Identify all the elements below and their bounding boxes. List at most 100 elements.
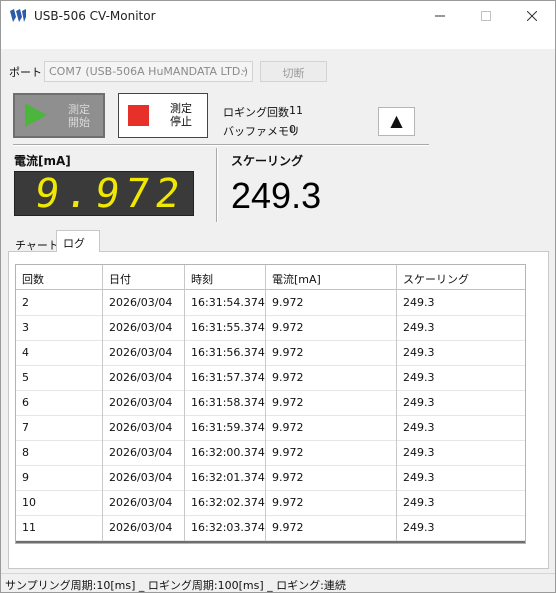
tab-log[interactable]: ログ (56, 230, 100, 252)
start-label-line1: 測定 (68, 103, 90, 116)
table-cell[interactable]: 9.972 (266, 315, 304, 340)
scaling-value: 249.3 (231, 175, 322, 216)
title-bar[interactable]: USB-506 CV-Monitor (1, 1, 555, 31)
scaling-label: スケーリング (231, 154, 304, 168)
minimize-button[interactable] (417, 1, 463, 31)
table-cell[interactable]: 7 (16, 415, 29, 440)
table-cell[interactable]: 2 (16, 290, 29, 315)
close-button[interactable] (509, 1, 555, 31)
table-cell[interactable]: 9.972 (266, 365, 304, 390)
port-select[interactable]: COM7 (USB-506A HuMANDATA LTD.) ⌄ (44, 61, 253, 82)
table-cell[interactable]: 16:31:58.374 (185, 390, 265, 415)
table-cell[interactable]: 249.3 (397, 415, 435, 440)
table-cell[interactable]: 249.3 (397, 340, 435, 365)
table-cell[interactable]: 16:31:54.374 (185, 290, 265, 315)
start-button-label: 測定 開始 (59, 103, 99, 129)
up-button[interactable]: ▲ (378, 107, 415, 136)
current-label: 電流[mA] (14, 154, 71, 168)
stop-icon (128, 105, 149, 126)
table-cell[interactable]: 9.972 (266, 340, 304, 365)
column-divider (184, 265, 185, 543)
chevron-down-icon: ⌄ (239, 64, 248, 75)
port-label: ポート (9, 66, 42, 79)
table-cell[interactable]: 2026/03/04 (103, 515, 172, 540)
log-table[interactable]: 回数 日付 時刻 電流[mA] スケーリング 2 2026/03/04 16:31:54.37… (15, 264, 526, 544)
table-cell[interactable]: 8 (16, 440, 29, 465)
table-cell[interactable]: 2026/03/04 (103, 415, 172, 440)
table-cell[interactable]: 4 (16, 340, 29, 365)
close-icon (527, 11, 537, 21)
logging-count-value: 11 (289, 104, 303, 117)
table-cell[interactable]: 11 (16, 515, 36, 540)
table-cell[interactable]: 2026/03/04 (103, 490, 172, 515)
table-cell[interactable]: 9.972 (266, 390, 304, 415)
column-header[interactable]: 電流[mA] (266, 265, 321, 290)
table-cell[interactable]: 249.3 (397, 440, 435, 465)
table-cell[interactable]: 9.972 (266, 515, 304, 540)
column-divider (265, 265, 266, 543)
table-cell[interactable]: 249.3 (397, 465, 435, 490)
current-lcd-display: 9.972 (14, 171, 194, 217)
logging-count-label: ロギング回数 (223, 106, 289, 119)
table-cell[interactable]: 16:32:02.374 (185, 490, 265, 515)
table-cell[interactable]: 249.3 (397, 365, 435, 390)
start-measurement-button[interactable]: 測定 開始 (13, 93, 105, 138)
table-cell[interactable]: 16:31:56.374 (185, 340, 265, 365)
table-cell[interactable]: 249.3 (397, 390, 435, 415)
up-arrow-icon: ▲ (390, 111, 403, 130)
app-window: USB-506 CV-Monitor ポート COM7 (USB-506A Hu… (0, 0, 556, 593)
table-cell[interactable]: 2026/03/04 (103, 365, 172, 390)
table-cell[interactable]: 249.3 (397, 490, 435, 515)
table-cell[interactable]: 249.3 (397, 515, 435, 540)
column-header[interactable]: 時刻 (185, 265, 213, 290)
table-cell[interactable]: 249.3 (397, 315, 435, 340)
status-bar: サンプリング周期:10[ms] _ ロギング周期:100[ms] _ ロギング:… (1, 573, 555, 592)
app-logo-icon (10, 9, 26, 22)
maximize-button[interactable] (463, 1, 509, 31)
table-cell[interactable]: 249.3 (397, 290, 435, 315)
table-cell[interactable]: 2026/03/04 (103, 290, 172, 315)
table-cell[interactable]: 9.972 (266, 465, 304, 490)
table-cell[interactable]: 5 (16, 365, 29, 390)
vertical-divider (216, 148, 218, 222)
table-cell[interactable]: 16:31:59.374 (185, 415, 265, 440)
stop-label-line1: 測定 (170, 102, 192, 115)
table-cell[interactable]: 2026/03/04 (103, 390, 172, 415)
stop-label-line2: 停止 (170, 115, 192, 128)
table-cell[interactable]: 16:32:03.374 (185, 515, 265, 540)
stop-measurement-button[interactable]: 測定 停止 (118, 93, 208, 138)
table-cell[interactable]: 2026/03/04 (103, 340, 172, 365)
buffer-memory-value: 0 (289, 123, 296, 136)
table-cell[interactable]: 16:31:55.374 (185, 315, 265, 340)
table-cell[interactable]: 6 (16, 390, 29, 415)
table-cell[interactable]: 9.972 (266, 415, 304, 440)
table-cell[interactable]: 16:32:01.374 (185, 465, 265, 490)
disconnect-button[interactable]: 切断 (260, 61, 327, 82)
maximize-icon (481, 11, 491, 21)
column-header[interactable]: スケーリング (397, 265, 469, 290)
play-icon (25, 103, 47, 127)
table-cell[interactable]: 9.972 (266, 440, 304, 465)
table-cell[interactable]: 2026/03/04 (103, 465, 172, 490)
table-cell[interactable]: 9 (16, 465, 29, 490)
table-cell[interactable]: 2026/03/04 (103, 315, 172, 340)
column-divider (396, 265, 397, 543)
port-select-value: COM7 (USB-506A HuMANDATA LTD.) (49, 65, 249, 78)
minimize-icon (435, 15, 445, 17)
table-cell[interactable]: 2026/03/04 (103, 440, 172, 465)
table-bottom-border (16, 541, 525, 543)
table-cell[interactable]: 9.972 (266, 490, 304, 515)
title-spacer (1, 31, 555, 49)
window-title: USB-506 CV-Monitor (34, 9, 156, 23)
table-cell[interactable]: 3 (16, 315, 29, 340)
column-header[interactable]: 日付 (103, 265, 131, 290)
horizontal-divider (13, 144, 429, 146)
column-divider (102, 265, 103, 543)
table-cell[interactable]: 16:32:00.374 (185, 440, 265, 465)
table-cell[interactable]: 9.972 (266, 290, 304, 315)
table-cell[interactable]: 10 (16, 490, 36, 515)
start-label-line2: 開始 (68, 116, 90, 129)
stop-button-label: 測定 停止 (163, 102, 199, 128)
table-cell[interactable]: 16:31:57.374 (185, 365, 265, 390)
column-header[interactable]: 回数 (16, 265, 44, 290)
